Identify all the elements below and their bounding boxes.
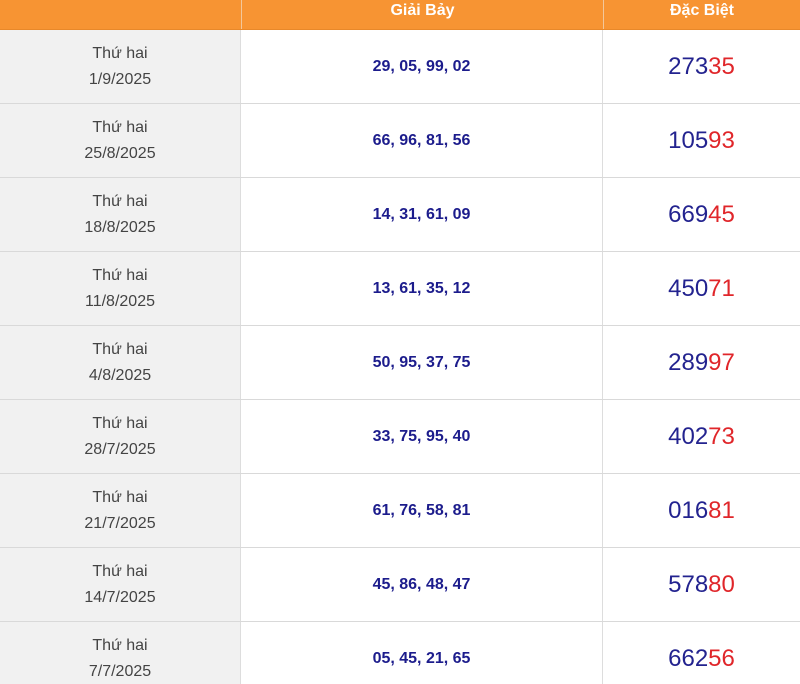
date-link[interactable]: 4/8/2025	[0, 363, 240, 389]
special-prize-tail: 93	[708, 126, 735, 154]
dac-biet-cell: 105 93	[603, 104, 800, 177]
special-prize-head: 450	[668, 274, 709, 302]
weekday-label: Thứ hai	[92, 488, 148, 506]
header-giai-bay: Giải Bảy	[241, 0, 603, 29]
date-link[interactable]: 1/9/2025	[0, 67, 240, 93]
results-table: Giải Bảy Đặc Biệt Thứ hai 1/9/2025 29, 0…	[0, 0, 800, 684]
special-prize-head: 402	[668, 422, 709, 450]
special-prize-head: 105	[668, 126, 709, 154]
special-prize-head: 578	[668, 570, 709, 598]
weekday-label: Thứ hai	[92, 340, 148, 358]
weekday-label: Thứ hai	[92, 44, 148, 62]
table-row: Thứ hai 1/9/2025 29, 05, 99, 02 273 35	[0, 30, 800, 104]
dac-biet-cell: 450 71	[603, 252, 800, 325]
date-cell: Thứ hai 1/9/2025	[0, 30, 241, 103]
special-prize-tail: 80	[708, 570, 735, 598]
special-prize-tail: 35	[708, 52, 735, 80]
special-prize-tail: 97	[708, 348, 735, 376]
special-prize-tail: 73	[708, 422, 735, 450]
dac-biet-cell: 662 56	[603, 622, 800, 684]
special-prize-head: 016	[668, 496, 709, 524]
dac-biet-cell: 273 35	[603, 30, 800, 103]
weekday-label: Thứ hai	[92, 266, 148, 284]
dac-biet-cell: 016 81	[603, 474, 800, 547]
special-prize-tail: 71	[708, 274, 735, 302]
giai-bay-cell: 66, 96, 81, 56	[241, 104, 603, 177]
date-cell: Thứ hai 7/7/2025	[0, 622, 241, 684]
header-dac-biet: Đặc Biệt	[603, 0, 800, 29]
date-cell: Thứ hai 4/8/2025	[0, 326, 241, 399]
date-cell: Thứ hai 28/7/2025	[0, 400, 241, 473]
table-row: Thứ hai 4/8/2025 50, 95, 37, 75 289 97	[0, 326, 800, 400]
date-link[interactable]: 21/7/2025	[0, 511, 240, 537]
date-link[interactable]: 11/8/2025	[0, 289, 240, 315]
weekday-label: Thứ hai	[92, 118, 148, 136]
dac-biet-cell: 289 97	[603, 326, 800, 399]
date-cell: Thứ hai 25/8/2025	[0, 104, 241, 177]
table-row: Thứ hai 14/7/2025 45, 86, 48, 47 578 80	[0, 548, 800, 622]
header-date	[0, 0, 241, 29]
giai-bay-cell: 05, 45, 21, 65	[241, 622, 603, 684]
giai-bay-cell: 29, 05, 99, 02	[241, 30, 603, 103]
dac-biet-cell: 578 80	[603, 548, 800, 621]
giai-bay-cell: 14, 31, 61, 09	[241, 178, 603, 251]
date-link[interactable]: 7/7/2025	[0, 659, 240, 684]
date-link[interactable]: 18/8/2025	[0, 215, 240, 241]
date-cell: Thứ hai 21/7/2025	[0, 474, 241, 547]
special-prize-tail: 56	[708, 644, 735, 672]
date-link[interactable]: 28/7/2025	[0, 437, 240, 463]
table-row: Thứ hai 21/7/2025 61, 76, 58, 81 016 81	[0, 474, 800, 548]
weekday-label: Thứ hai	[92, 636, 148, 654]
special-prize-tail: 81	[708, 496, 735, 524]
table-row: Thứ hai 11/8/2025 13, 61, 35, 12 450 71	[0, 252, 800, 326]
dac-biet-cell: 402 73	[603, 400, 800, 473]
table-row: Thứ hai 7/7/2025 05, 45, 21, 65 662 56	[0, 622, 800, 684]
table-row: Thứ hai 25/8/2025 66, 96, 81, 56 105 93	[0, 104, 800, 178]
date-cell: Thứ hai 18/8/2025	[0, 178, 241, 251]
date-cell: Thứ hai 11/8/2025	[0, 252, 241, 325]
table-header: Giải Bảy Đặc Biệt	[0, 0, 800, 30]
table-row: Thứ hai 28/7/2025 33, 75, 95, 40 402 73	[0, 400, 800, 474]
giai-bay-cell: 45, 86, 48, 47	[241, 548, 603, 621]
giai-bay-cell: 61, 76, 58, 81	[241, 474, 603, 547]
date-cell: Thứ hai 14/7/2025	[0, 548, 241, 621]
special-prize-tail: 45	[708, 200, 735, 228]
special-prize-head: 273	[668, 52, 709, 80]
giai-bay-cell: 13, 61, 35, 12	[241, 252, 603, 325]
giai-bay-cell: 33, 75, 95, 40	[241, 400, 603, 473]
weekday-label: Thứ hai	[92, 192, 148, 210]
special-prize-head: 289	[668, 348, 709, 376]
special-prize-head: 669	[668, 200, 709, 228]
special-prize-head: 662	[668, 644, 709, 672]
table-row: Thứ hai 18/8/2025 14, 31, 61, 09 669 45	[0, 178, 800, 252]
dac-biet-cell: 669 45	[603, 178, 800, 251]
weekday-label: Thứ hai	[92, 562, 148, 580]
date-link[interactable]: 14/7/2025	[0, 585, 240, 611]
weekday-label: Thứ hai	[92, 414, 148, 432]
giai-bay-cell: 50, 95, 37, 75	[241, 326, 603, 399]
date-link[interactable]: 25/8/2025	[0, 141, 240, 167]
